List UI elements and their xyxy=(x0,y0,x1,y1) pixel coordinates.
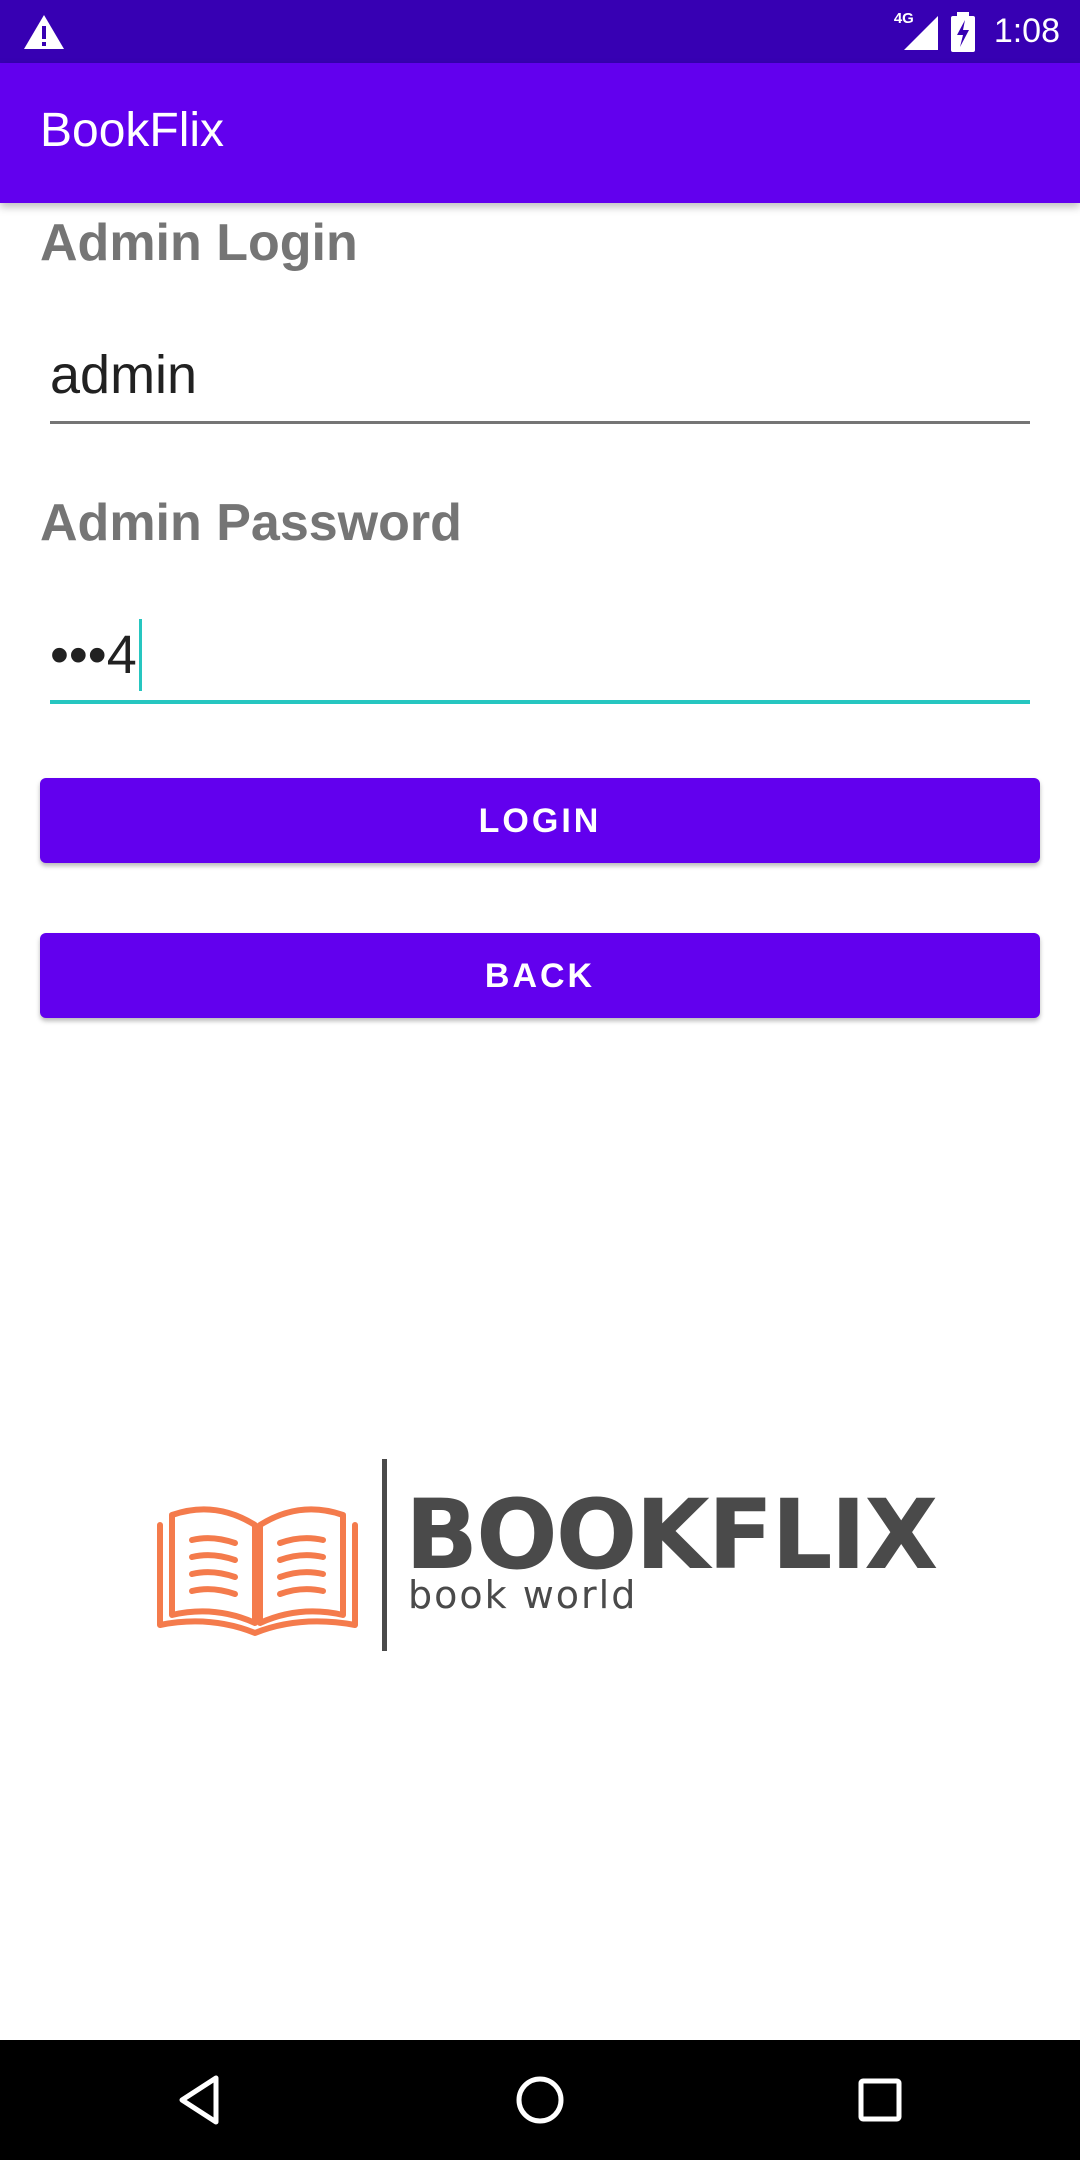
home-circle-icon[interactable] xyxy=(510,2070,570,2130)
status-bar: 4G 1:08 xyxy=(0,0,1080,63)
login-button[interactable]: LOGIN xyxy=(40,778,1040,863)
back-button[interactable]: BACK xyxy=(40,933,1040,1018)
admin-login-label: Admin Login xyxy=(40,214,358,272)
logo-brand: BOOKFLIX xyxy=(405,1479,938,1591)
signal-icon: 4G xyxy=(894,10,940,52)
admin-login-screen: 4G 1:08 BookFlix Admin Login Admin Passw… xyxy=(0,0,1080,2160)
admin-password-label: Admin Password xyxy=(40,494,462,552)
status-icons: 4G 1:08 xyxy=(894,0,1060,63)
admin-password-input[interactable]: •••4 xyxy=(50,608,1030,704)
battery-charging-icon xyxy=(950,11,975,52)
password-text: •••4 xyxy=(50,618,142,695)
app-bar: BookFlix xyxy=(0,63,1080,203)
app-title: BookFlix xyxy=(40,104,225,157)
navigation-bar xyxy=(0,2040,1080,2160)
status-time: 1:08 xyxy=(993,12,1060,50)
bookflix-logo: BOOKFLIX book world xyxy=(150,1455,940,1655)
open-book-icon xyxy=(157,1506,358,1636)
logo-tagline: book world xyxy=(408,1573,638,1617)
back-triangle-icon[interactable] xyxy=(170,2070,230,2130)
warning-icon xyxy=(24,15,64,49)
admin-login-input[interactable] xyxy=(50,328,1030,424)
recents-square-icon[interactable] xyxy=(850,2070,910,2130)
text-cursor xyxy=(138,618,142,691)
logo-divider xyxy=(382,1459,387,1651)
